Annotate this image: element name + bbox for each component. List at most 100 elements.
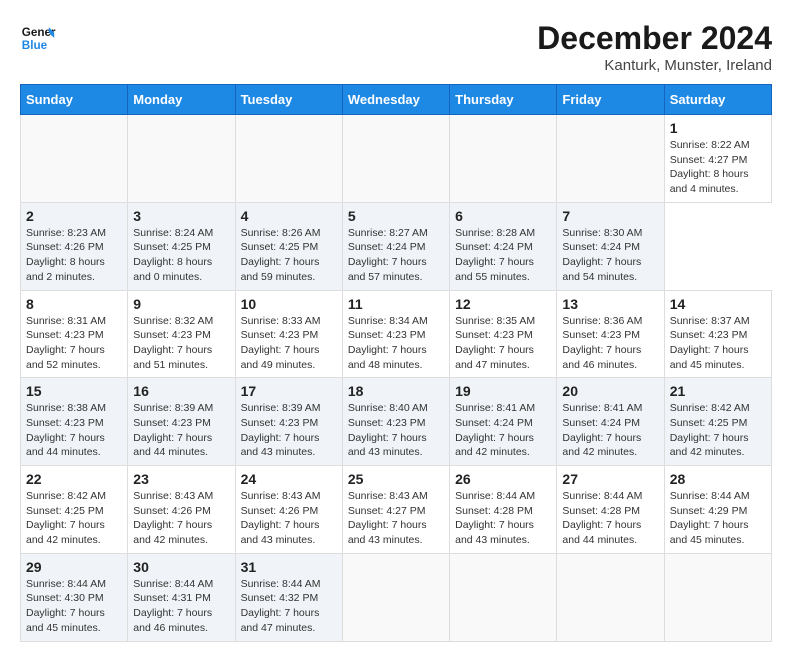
calendar-cell: 13 Sunrise: 8:36 AMSunset: 4:23 PMDayligh… <box>557 290 664 378</box>
day-info: Sunrise: 8:23 AMSunset: 4:26 PMDaylight:… <box>26 226 122 285</box>
calendar-week-3: 15Sunrise: 8:38 AMSunset: 4:23 PMDayligh… <box>21 378 772 466</box>
day-number: 20 <box>562 383 658 399</box>
calendar-cell <box>450 115 557 203</box>
day-info: Sunrise: 8:34 AMSunset: 4:23 PMDaylight:… <box>348 314 444 373</box>
day-number: 22 <box>26 471 122 487</box>
title-block: December 2024 Kanturk, Munster, Ireland <box>537 20 772 74</box>
day-number: 13 <box>562 296 658 312</box>
day-info: Sunrise: 8:31 AMSunset: 4:23 PMDaylight:… <box>26 314 122 373</box>
day-number: 7 <box>562 208 658 224</box>
header-day-monday: Monday <box>128 85 235 115</box>
calendar-cell: 11 Sunrise: 8:34 AMSunset: 4:23 PMDayligh… <box>342 290 449 378</box>
day-info: Sunrise: 8:43 AMSunset: 4:27 PMDaylight:… <box>348 489 444 548</box>
calendar-cell <box>342 115 449 203</box>
day-number: 23 <box>133 471 229 487</box>
day-info: Sunrise: 8:43 AMSunset: 4:26 PMDaylight:… <box>133 489 229 548</box>
calendar-cell: 29 Sunrise: 8:44 AMSunset: 4:30 PMDayligh… <box>21 553 128 641</box>
day-number: 27 <box>562 471 658 487</box>
calendar-cell: 28Sunrise: 8:44 AMSunset: 4:29 PMDayligh… <box>664 466 771 554</box>
calendar-cell: 19 Sunrise: 8:41 AMSunset: 4:24 PMDayligh… <box>450 378 557 466</box>
day-info: Sunrise: 8:30 AMSunset: 4:24 PMDaylight:… <box>562 226 658 285</box>
page-header: General Blue December 2024 Kanturk, Muns… <box>20 20 772 74</box>
month-title: December 2024 <box>537 20 772 57</box>
logo: General Blue <box>20 20 56 56</box>
calendar-cell: 15Sunrise: 8:38 AMSunset: 4:23 PMDayligh… <box>21 378 128 466</box>
calendar-cell: 25 Sunrise: 8:43 AMSunset: 4:27 PMDayligh… <box>342 466 449 554</box>
calendar-cell <box>235 115 342 203</box>
day-info: Sunrise: 8:35 AMSunset: 4:23 PMDaylight:… <box>455 314 551 373</box>
calendar-cell <box>21 115 128 203</box>
calendar-week-0: 1 Sunrise: 8:22 AMSunset: 4:27 PMDaylight… <box>21 115 772 203</box>
day-number: 17 <box>241 383 337 399</box>
day-number: 28 <box>670 471 766 487</box>
day-info: Sunrise: 8:44 AMSunset: 4:28 PMDaylight:… <box>562 489 658 548</box>
day-number: 30 <box>133 559 229 575</box>
calendar-cell: 5 Sunrise: 8:27 AMSunset: 4:24 PMDaylight… <box>342 202 449 290</box>
day-info: Sunrise: 8:40 AMSunset: 4:23 PMDaylight:… <box>348 401 444 460</box>
day-number: 4 <box>241 208 337 224</box>
header-day-sunday: Sunday <box>21 85 128 115</box>
header-day-friday: Friday <box>557 85 664 115</box>
calendar-cell: 24 Sunrise: 8:43 AMSunset: 4:26 PMDayligh… <box>235 466 342 554</box>
day-info: Sunrise: 8:44 AMSunset: 4:30 PMDaylight:… <box>26 577 122 636</box>
calendar-cell: 16Sunrise: 8:39 AMSunset: 4:23 PMDayligh… <box>128 378 235 466</box>
day-info: Sunrise: 8:27 AMSunset: 4:24 PMDaylight:… <box>348 226 444 285</box>
calendar-cell: 23 Sunrise: 8:43 AMSunset: 4:26 PMDayligh… <box>128 466 235 554</box>
day-info: Sunrise: 8:37 AMSunset: 4:23 PMDaylight:… <box>670 314 766 373</box>
day-info: Sunrise: 8:42 AMSunset: 4:25 PMDaylight:… <box>670 401 766 460</box>
day-number: 3 <box>133 208 229 224</box>
day-number: 31 <box>241 559 337 575</box>
day-number: 2 <box>26 208 122 224</box>
calendar-cell <box>128 115 235 203</box>
day-number: 18 <box>348 383 444 399</box>
day-info: Sunrise: 8:44 AMSunset: 4:31 PMDaylight:… <box>133 577 229 636</box>
calendar-cell: 1 Sunrise: 8:22 AMSunset: 4:27 PMDaylight… <box>664 115 771 203</box>
day-info: Sunrise: 8:39 AMSunset: 4:23 PMDaylight:… <box>241 401 337 460</box>
calendar-cell: 3Sunrise: 8:24 AMSunset: 4:25 PMDaylight… <box>128 202 235 290</box>
day-number: 11 <box>348 296 444 312</box>
day-number: 25 <box>348 471 444 487</box>
day-number: 14 <box>670 296 766 312</box>
day-number: 26 <box>455 471 551 487</box>
day-number: 12 <box>455 296 551 312</box>
calendar-cell: 4 Sunrise: 8:26 AMSunset: 4:25 PMDaylight… <box>235 202 342 290</box>
calendar-cell: 9Sunrise: 8:32 AMSunset: 4:23 PMDaylight… <box>128 290 235 378</box>
calendar-cell: 6Sunrise: 8:28 AMSunset: 4:24 PMDaylight… <box>450 202 557 290</box>
day-info: Sunrise: 8:36 AMSunset: 4:23 PMDaylight:… <box>562 314 658 373</box>
calendar-cell: 21Sunrise: 8:42 AMSunset: 4:25 PMDayligh… <box>664 378 771 466</box>
calendar-cell <box>664 553 771 641</box>
calendar-cell <box>557 553 664 641</box>
calendar-cell: 7 Sunrise: 8:30 AMSunset: 4:24 PMDaylight… <box>557 202 664 290</box>
day-number: 29 <box>26 559 122 575</box>
day-info: Sunrise: 8:44 AMSunset: 4:32 PMDaylight:… <box>241 577 337 636</box>
day-number: 24 <box>241 471 337 487</box>
calendar-body: 1 Sunrise: 8:22 AMSunset: 4:27 PMDaylight… <box>21 115 772 642</box>
calendar-cell <box>450 553 557 641</box>
header-day-thursday: Thursday <box>450 85 557 115</box>
day-info: Sunrise: 8:28 AMSunset: 4:24 PMDaylight:… <box>455 226 551 285</box>
calendar-week-5: 29 Sunrise: 8:44 AMSunset: 4:30 PMDayligh… <box>21 553 772 641</box>
day-info: Sunrise: 8:22 AMSunset: 4:27 PMDaylight:… <box>670 138 766 197</box>
day-number: 5 <box>348 208 444 224</box>
svg-text:Blue: Blue <box>22 39 48 52</box>
calendar-cell: 12 Sunrise: 8:35 AMSunset: 4:23 PMDayligh… <box>450 290 557 378</box>
day-info: Sunrise: 8:41 AMSunset: 4:24 PMDaylight:… <box>562 401 658 460</box>
day-number: 8 <box>26 296 122 312</box>
day-info: Sunrise: 8:41 AMSunset: 4:24 PMDaylight:… <box>455 401 551 460</box>
location: Kanturk, Munster, Ireland <box>537 57 772 74</box>
day-info: Sunrise: 8:42 AMSunset: 4:25 PMDaylight:… <box>26 489 122 548</box>
day-info: Sunrise: 8:32 AMSunset: 4:23 PMDaylight:… <box>133 314 229 373</box>
calendar-cell: 30 Sunrise: 8:44 AMSunset: 4:31 PMDayligh… <box>128 553 235 641</box>
calendar-table: SundayMondayTuesdayWednesdayThursdayFrid… <box>20 84 772 642</box>
calendar-cell: 17 Sunrise: 8:39 AMSunset: 4:23 PMDayligh… <box>235 378 342 466</box>
day-info: Sunrise: 8:26 AMSunset: 4:25 PMDaylight:… <box>241 226 337 285</box>
header-day-tuesday: Tuesday <box>235 85 342 115</box>
day-info: Sunrise: 8:43 AMSunset: 4:26 PMDaylight:… <box>241 489 337 548</box>
calendar-week-2: 8 Sunrise: 8:31 AMSunset: 4:23 PMDaylight… <box>21 290 772 378</box>
logo-icon: General Blue <box>20 20 56 56</box>
day-info: Sunrise: 8:38 AMSunset: 4:23 PMDaylight:… <box>26 401 122 460</box>
day-number: 19 <box>455 383 551 399</box>
day-number: 1 <box>670 120 766 136</box>
calendar-cell: 31 Sunrise: 8:44 AMSunset: 4:32 PMDayligh… <box>235 553 342 641</box>
calendar-cell: 20 Sunrise: 8:41 AMSunset: 4:24 PMDayligh… <box>557 378 664 466</box>
